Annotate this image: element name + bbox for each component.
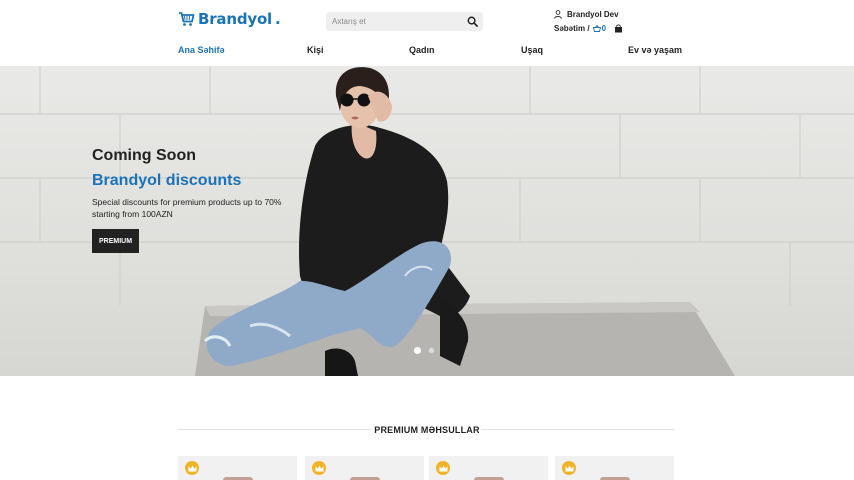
crown-icon [312, 461, 326, 475]
hero-banner: Coming Soon Brandyol discounts Special d… [0, 66, 854, 376]
search-bar [326, 12, 483, 31]
logo-text: Brandyol [198, 10, 272, 28]
hero-description: Special discounts for premium products u… [92, 197, 282, 219]
page: Brandyol. Brandyol Dev Səbətim / [0, 0, 854, 480]
logo[interactable]: Brandyol. [178, 10, 281, 28]
search-icon[interactable] [467, 16, 478, 27]
cart-logo-icon [179, 12, 195, 26]
product-card[interactable] [429, 456, 548, 480]
basket-icon [592, 25, 601, 32]
hero-subtitle: Brandyol discounts [92, 172, 242, 189]
cart-link[interactable]: Səbətim / 0 [554, 24, 623, 33]
premium-button[interactable]: PREMIUM [92, 229, 139, 253]
crown-icon [436, 461, 450, 475]
search-input[interactable] [326, 12, 461, 31]
shopping-bag-icon[interactable] [614, 24, 623, 33]
logo-dot: . [275, 10, 281, 28]
carousel-dot-2[interactable] [428, 347, 435, 354]
product-card[interactable] [178, 456, 297, 480]
nav-item-home[interactable]: Ana Səhifə [178, 45, 225, 55]
section-divider-right [481, 429, 674, 430]
section-title: PREMIUM MƏHSULLAR [374, 425, 480, 435]
crown-icon [185, 461, 199, 475]
nav-item-home-living[interactable]: Ev və yaşam [628, 45, 682, 55]
main-nav: Ana Səhifə Kişi Qadın Uşaq Ev və yaşam [178, 45, 682, 57]
product-card[interactable] [555, 456, 674, 480]
user-account[interactable]: Brandyol Dev [554, 10, 619, 19]
cart-count-value: 0 [601, 24, 607, 33]
cart-count: 0 [592, 24, 607, 33]
crown-icon [562, 461, 576, 475]
carousel-dot-1[interactable] [414, 347, 421, 354]
nav-item-men[interactable]: Kişi [307, 45, 324, 55]
user-name: Brandyol Dev [567, 10, 619, 19]
header: Brandyol. Brandyol Dev Səbətim / [0, 0, 854, 66]
nav-item-kids[interactable]: Uşaq [521, 45, 543, 55]
product-card[interactable] [305, 456, 424, 480]
nav-item-women[interactable]: Qadın [409, 45, 435, 55]
hero-title: Coming Soon [92, 147, 196, 164]
cart-label: Səbətim / [554, 24, 590, 33]
hero-background-image [0, 66, 854, 376]
user-icon [554, 10, 562, 19]
